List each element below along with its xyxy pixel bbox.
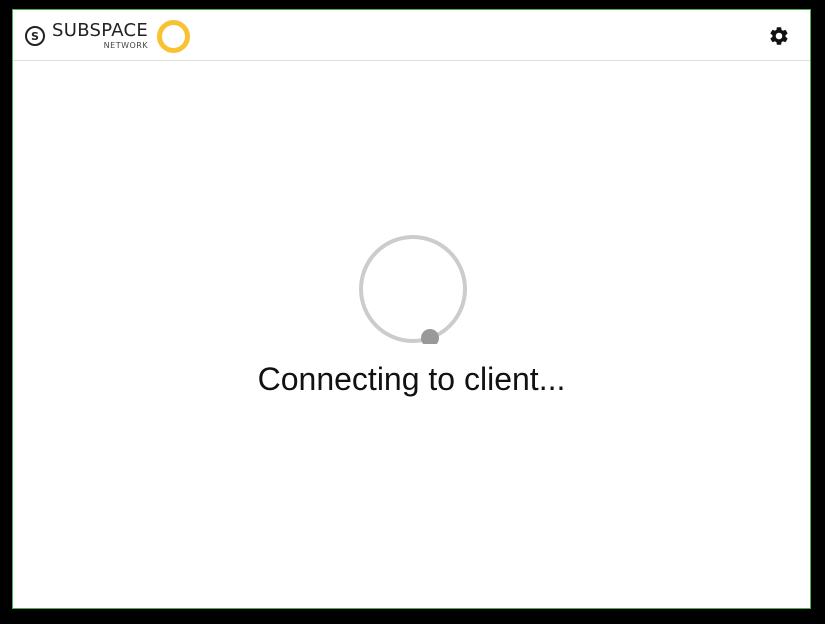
loading-spinner-icon (359, 235, 467, 344)
app-header: S SUBSPACE NETWORK (13, 10, 810, 61)
status-message: Connecting to client... (257, 361, 566, 397)
subspace-logo: S SUBSPACE NETWORK (25, 18, 191, 54)
logo-ring-icon (157, 19, 191, 53)
logo-mark-icon: S (25, 26, 45, 46)
settings-button[interactable] (768, 25, 790, 47)
gear-icon (770, 27, 788, 45)
logo-title: SUBSPACE (52, 19, 149, 41)
main-content: Connecting to client... (13, 61, 810, 608)
logo-subtitle: NETWORK (103, 40, 149, 50)
app-window: S SUBSPACE NETWORK Connecting to client.… (12, 9, 811, 609)
logo-text: SUBSPACE NETWORK (52, 19, 149, 51)
